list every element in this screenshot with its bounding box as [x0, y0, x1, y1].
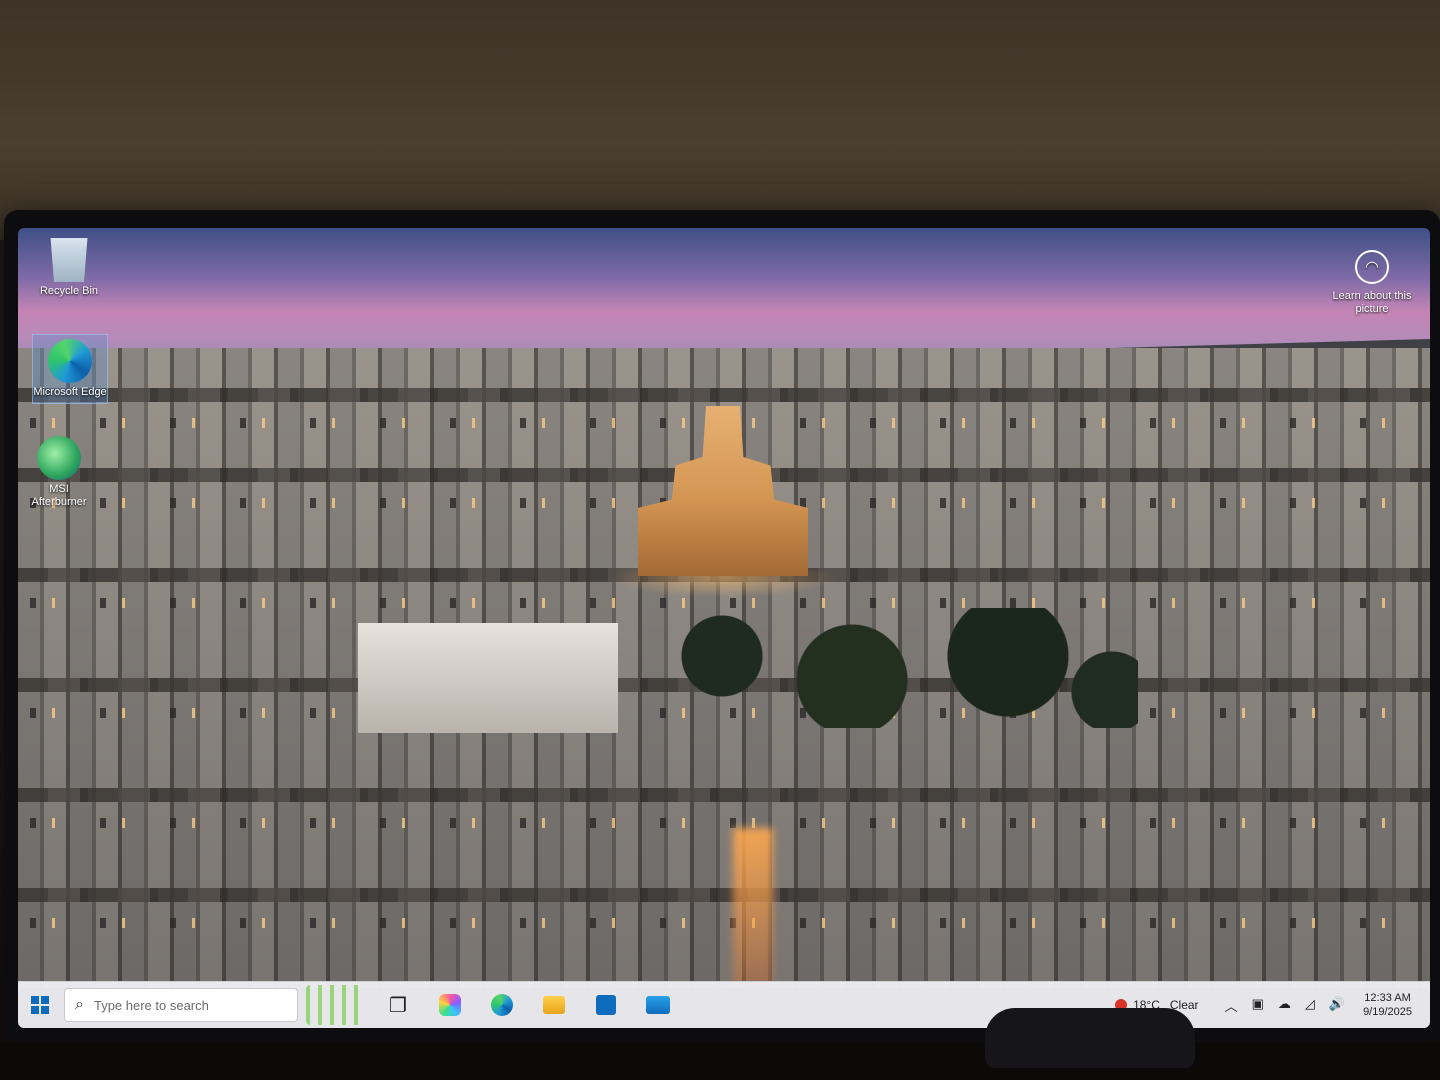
clock-date: 9/19/2025	[1363, 1006, 1412, 1018]
mail-button[interactable]	[638, 985, 678, 1025]
game-controller	[985, 1008, 1195, 1068]
file-explorer-button[interactable]	[534, 985, 574, 1025]
recycle-bin-icon	[50, 238, 88, 282]
wallpaper-windows	[18, 598, 1430, 608]
taskbar: ⌕ Type here to search ❐ 18°C Clear ︿ ▣ ☁…	[18, 981, 1430, 1028]
windows-logo-icon	[31, 996, 49, 1014]
search-placeholder: Type here to search	[93, 997, 209, 1013]
wallpaper-windows	[18, 818, 1430, 828]
search-highlight-image[interactable]	[306, 985, 366, 1025]
wallpaper-roofs	[18, 888, 1430, 902]
learn-about-picture-button[interactable]: ◠ Learn about this picture	[1328, 250, 1416, 316]
taskbar-search-box[interactable]: ⌕ Type here to search	[64, 988, 298, 1022]
edge-icon	[48, 339, 92, 383]
search-icon: ⌕	[75, 996, 84, 1013]
taskbar-clock[interactable]: 12:33 AM 9/19/2025	[1363, 991, 1412, 1019]
wallpaper-windows	[18, 918, 1430, 928]
wallpaper-roofs	[18, 788, 1430, 802]
copilot-icon	[439, 994, 461, 1016]
task-view-icon: ❐	[389, 994, 407, 1017]
desktop-icon-label: Microsoft Edge	[33, 386, 107, 398]
desktop-icon-label: Recycle Bin	[39, 285, 99, 297]
desktop-icon-msi-afterburner[interactable]: MSI Afterburner	[22, 436, 96, 509]
desktop-screen: Recycle Bin Microsoft Edge MSI Afterburn…	[18, 228, 1430, 1028]
microsoft-store-button[interactable]	[586, 985, 626, 1025]
desktop-icon-microsoft-edge[interactable]: Microsoft Edge	[32, 334, 108, 404]
desktop-icon-label: MSI Afterburner	[31, 483, 87, 508]
learn-about-label: Learn about this picture	[1332, 290, 1412, 315]
edge-taskbar-button[interactable]	[482, 985, 522, 1025]
clock-time: 12:33 AM	[1364, 992, 1411, 1004]
room-wall	[0, 0, 1440, 240]
wallpaper-street-lights	[733, 828, 773, 988]
cloud-icon[interactable]: ☁	[1278, 996, 1291, 1015]
chevron-up-icon[interactable]: ︿	[1225, 996, 1238, 1015]
desk-foreground	[0, 1042, 1440, 1080]
volume-icon[interactable]: 🔊	[1329, 996, 1345, 1015]
edge-icon	[491, 994, 513, 1016]
network-icon[interactable]: ◿	[1305, 996, 1315, 1015]
mail-icon	[646, 996, 670, 1014]
wallpaper-palazzo	[358, 623, 618, 733]
wallpaper-trees	[618, 608, 1138, 728]
desktop-icon-recycle-bin[interactable]: Recycle Bin	[32, 238, 106, 298]
store-icon	[596, 995, 616, 1015]
task-view-button[interactable]: ❐	[378, 985, 418, 1025]
wallpaper-roofs	[18, 388, 1430, 402]
start-button[interactable]	[20, 985, 60, 1025]
camera-icon: ◠	[1355, 250, 1389, 284]
folder-icon	[543, 996, 565, 1014]
msi-afterburner-icon	[37, 436, 81, 480]
device-icon[interactable]: ▣	[1252, 996, 1264, 1015]
copilot-button[interactable]	[430, 985, 470, 1025]
tray-icons: ︿ ▣ ☁ ◿ 🔊	[1225, 996, 1346, 1015]
